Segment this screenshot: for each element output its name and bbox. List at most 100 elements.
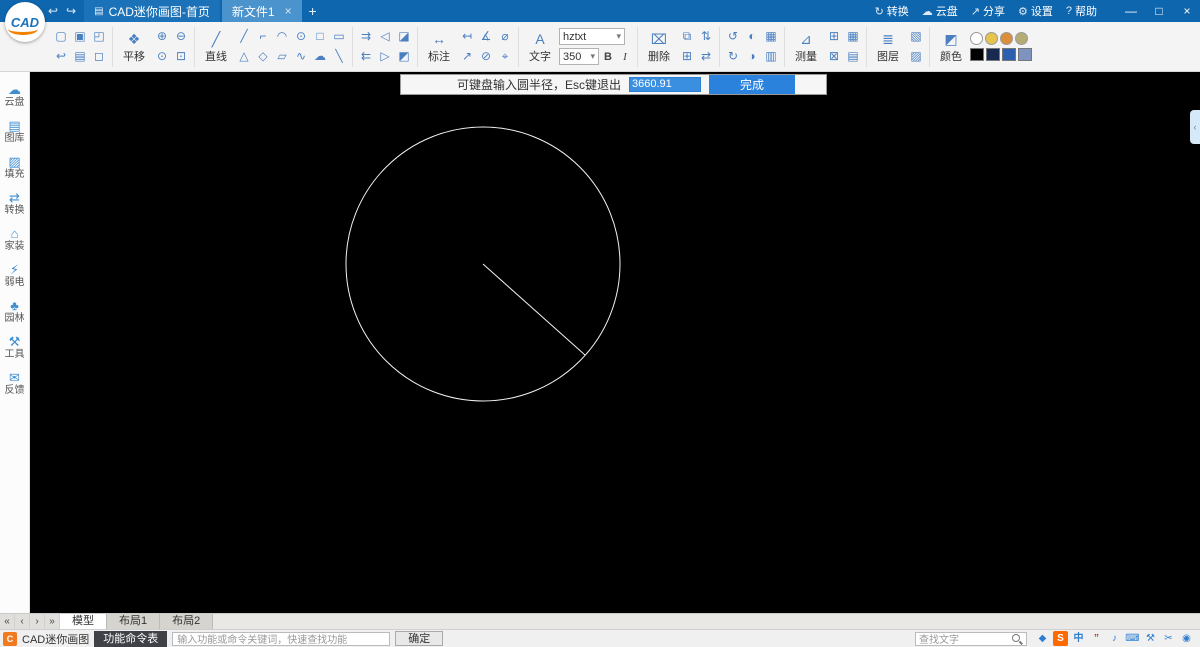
construction-line-icon[interactable]: ╲: [330, 48, 348, 65]
diameter-dim-icon[interactable]: ⌀: [496, 28, 514, 45]
new-tab-button[interactable]: +: [304, 3, 322, 19]
sidebar-item-tools[interactable]: ⚒ 工具: [0, 334, 29, 361]
prev-sheet-icon[interactable]: ‹: [15, 614, 30, 629]
color-swatch-olive[interactable]: [1015, 32, 1028, 45]
save-file-icon[interactable]: ◰: [90, 28, 108, 45]
delete-button[interactable]: ⌧ 删除: [642, 30, 676, 64]
sidebar-item-gallery[interactable]: ▤ 图库: [0, 118, 29, 145]
line-tool-button[interactable]: ╱ 直线: [199, 30, 233, 64]
radius-dim-icon[interactable]: ⊘: [477, 48, 495, 65]
spline-icon[interactable]: ∿: [292, 48, 310, 65]
done-button[interactable]: 完成: [709, 75, 795, 94]
dimension-button[interactable]: ↔ 标注: [422, 30, 456, 64]
find-text-input[interactable]: 查找文字: [915, 632, 1027, 646]
sidebar-item-feedback[interactable]: ✉ 反馈: [0, 370, 29, 397]
rotate-cw-icon[interactable]: ↻: [724, 48, 742, 65]
sidebar-item-convert[interactable]: ⇄ 转换: [0, 190, 29, 217]
arc-icon[interactable]: ◠: [273, 28, 291, 45]
italic-button[interactable]: I: [617, 48, 633, 65]
cloud-button[interactable]: ☁ 云盘: [922, 3, 958, 19]
revision-cloud-icon[interactable]: ☁: [311, 48, 329, 65]
circle-icon[interactable]: ⊙: [292, 28, 310, 45]
sidebar-item-electric[interactable]: ⚡ 弱电: [0, 262, 29, 289]
layer-on-icon[interactable]: ▧: [907, 28, 925, 45]
triangle-icon[interactable]: △: [235, 48, 253, 65]
share-button[interactable]: ↗ 分享: [971, 3, 1005, 19]
area-icon[interactable]: ▦: [844, 28, 862, 45]
polyline-icon[interactable]: ⌐: [254, 28, 272, 45]
sidebar-item-home-decor[interactable]: ⌂ 家装: [0, 226, 29, 253]
panel-collapse-handle[interactable]: ‹: [1190, 110, 1200, 144]
text-tool-button[interactable]: A 文字: [523, 30, 557, 64]
measure-button[interactable]: ⊿ 测量: [789, 30, 823, 64]
print-icon[interactable]: ▤: [71, 48, 89, 65]
command-table-button[interactable]: 功能命令表: [94, 631, 167, 647]
keyboard-icon[interactable]: ⌨: [1125, 631, 1140, 646]
app-logo[interactable]: CAD: [5, 2, 45, 42]
pin-icon[interactable]: ◆: [1035, 631, 1050, 646]
zoom-window-icon[interactable]: ⊡: [172, 48, 190, 65]
screenshot-icon[interactable]: ✂: [1161, 631, 1176, 646]
tab-home[interactable]: ▤ CAD迷你画图-首页: [84, 0, 220, 22]
mirror-icon[interactable]: ◐: [743, 28, 761, 45]
command-search-input[interactable]: 输入功能或命令关键词，快速查找功能: [172, 632, 390, 646]
layer-off-icon[interactable]: ▨: [907, 48, 925, 65]
array-icon[interactable]: ⊞: [678, 48, 696, 65]
radius-input[interactable]: 3660.91: [629, 77, 701, 92]
color-swatch-white[interactable]: [970, 32, 983, 45]
color-swatch-black[interactable]: [970, 48, 984, 61]
line-icon[interactable]: ╱: [235, 28, 253, 45]
toolbox-icon[interactable]: ⚒: [1143, 631, 1158, 646]
convert-button[interactable]: ↻ 转换: [875, 3, 909, 19]
export-icon[interactable]: ↩: [52, 48, 70, 65]
zoom-in-icon[interactable]: ⊕: [153, 28, 171, 45]
rectangle-icon[interactable]: □: [311, 28, 329, 45]
oblong-icon[interactable]: ▭: [330, 28, 348, 45]
fillet-icon[interactable]: ◩: [395, 48, 413, 65]
color-swatch-navy[interactable]: [986, 48, 1000, 61]
color-swatch-orange[interactable]: [1000, 32, 1013, 45]
bold-button[interactable]: B: [600, 48, 616, 65]
tab-model[interactable]: 模型: [60, 614, 107, 629]
color-swatch-yellow[interactable]: [985, 32, 998, 45]
rotate-ccw-icon[interactable]: ↺: [724, 28, 742, 45]
app-tray-icon[interactable]: ◉: [1179, 631, 1194, 646]
linear-dim-icon[interactable]: ↤: [458, 28, 476, 45]
mirror-right-icon[interactable]: ▷: [376, 48, 394, 65]
drawing-canvas[interactable]: 可键盘输入圆半径，Esc键退出 3660.91 完成 ‹: [30, 72, 1200, 613]
sogou-input-icon[interactable]: S: [1053, 631, 1068, 646]
sidebar-item-hatch[interactable]: ▨ 填充: [0, 154, 29, 181]
font-select[interactable]: hztxt ▾: [559, 28, 625, 45]
mirror-left-icon[interactable]: ◁: [376, 28, 394, 45]
list-icon[interactable]: ▤: [844, 48, 862, 65]
new-file-icon[interactable]: ▢: [52, 28, 70, 45]
align-icon[interactable]: ◑: [743, 48, 761, 65]
color-swatch-blue[interactable]: [1002, 48, 1016, 61]
last-sheet-icon[interactable]: »: [45, 614, 60, 629]
tab-document[interactable]: 新文件1 ×: [222, 0, 302, 22]
center-mark-icon[interactable]: ⌖: [496, 48, 514, 65]
close-button[interactable]: ×: [1180, 4, 1194, 18]
extend-icon[interactable]: ⇇: [357, 48, 375, 65]
zoom-extents-icon[interactable]: ⊙: [153, 48, 171, 65]
open-file-icon[interactable]: ▣: [71, 28, 89, 45]
parallelogram-icon[interactable]: ▱: [273, 48, 291, 65]
pan-button[interactable]: ❖ 平移: [117, 30, 151, 64]
polygon-icon[interactable]: ◇: [254, 48, 272, 65]
close-tab-icon[interactable]: ×: [285, 4, 292, 18]
grid-icon[interactable]: ▦: [762, 28, 780, 45]
tab-layout1[interactable]: 布局1: [107, 614, 160, 629]
font-size-select[interactable]: 350 ▾: [559, 48, 599, 65]
maximize-button[interactable]: □: [1152, 4, 1166, 18]
tab-layout2[interactable]: 布局2: [160, 614, 213, 629]
cell-icon[interactable]: ⊠: [825, 48, 843, 65]
settings-button[interactable]: ⚙ 设置: [1018, 3, 1053, 19]
radius-line[interactable]: [483, 264, 585, 355]
offset-icon[interactable]: ⇉: [357, 28, 375, 45]
help-button[interactable]: ? 帮助: [1066, 3, 1097, 19]
angular-dim-icon[interactable]: ∡: [477, 28, 495, 45]
sidebar-item-garden[interactable]: ♣ 园林: [0, 298, 29, 325]
back-icon[interactable]: ↩: [48, 4, 58, 18]
copy-icon[interactable]: ⧉: [678, 28, 696, 45]
leader-dim-icon[interactable]: ↗: [458, 48, 476, 65]
